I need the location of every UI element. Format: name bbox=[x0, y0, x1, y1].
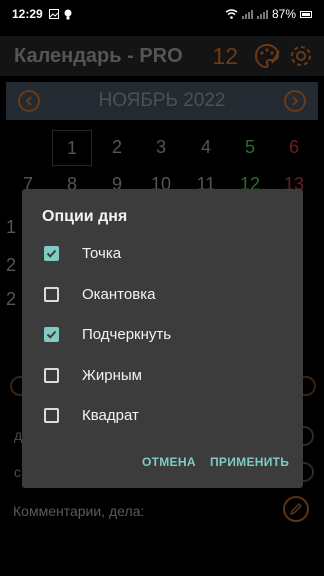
signal-icon bbox=[256, 9, 268, 19]
calendar-week-row: 1 2 3 4 5 6 bbox=[0, 130, 324, 166]
battery-icon bbox=[300, 10, 312, 18]
option-underline[interactable]: Подчеркнуть bbox=[22, 314, 303, 354]
today-button[interactable]: 12 bbox=[212, 43, 238, 70]
battery-percent: 87% bbox=[271, 7, 296, 21]
app-header: Календарь - PRO 12 bbox=[0, 36, 324, 76]
signal-icon bbox=[241, 9, 253, 19]
image-notification-icon bbox=[48, 9, 59, 19]
calendar-day[interactable]: 1 bbox=[52, 130, 92, 166]
month-title: НОЯБРЬ 2022 bbox=[98, 90, 226, 111]
option-label: Жирным bbox=[82, 366, 142, 384]
calendar-day[interactable]: 1 bbox=[0, 210, 22, 244]
checkbox-unchecked[interactable] bbox=[44, 367, 59, 383]
app-title: Календарь - PRO bbox=[14, 44, 183, 67]
next-month-button[interactable] bbox=[284, 90, 306, 112]
background-text: с bbox=[14, 464, 21, 480]
month-bar: НОЯБРЬ 2022 bbox=[6, 82, 318, 120]
checkbox-unchecked[interactable] bbox=[44, 407, 59, 423]
gear-icon[interactable] bbox=[288, 43, 314, 69]
option-label: Точка bbox=[82, 244, 122, 262]
dialog-title: Опции дня bbox=[42, 208, 128, 225]
apply-button[interactable]: ПРИМЕНИТЬ bbox=[210, 455, 289, 469]
palette-icon[interactable] bbox=[254, 43, 280, 69]
comments-label: Комментарии, дела: bbox=[13, 503, 145, 519]
option-label: Квадрат bbox=[82, 406, 139, 424]
calendar-day-sunday[interactable]: 6 bbox=[274, 130, 314, 164]
check-icon bbox=[46, 330, 57, 339]
wifi-icon bbox=[225, 9, 238, 19]
option-label: Подчеркнуть bbox=[82, 325, 172, 343]
option-bold[interactable]: Жирным bbox=[22, 355, 303, 395]
check-icon bbox=[46, 249, 57, 258]
chevron-right-icon bbox=[292, 96, 299, 106]
option-border[interactable]: Окантовка bbox=[22, 274, 303, 314]
calendar-day[interactable]: 4 bbox=[186, 130, 226, 164]
calendar-day[interactable]: 2 bbox=[0, 282, 22, 316]
day-options-dialog: Опции дня Точка Окантовка Подчеркнуть Жи… bbox=[22, 189, 303, 488]
background-text: д bbox=[14, 427, 23, 443]
option-dot[interactable]: Точка bbox=[22, 233, 303, 273]
status-time: 12:29 bbox=[12, 7, 43, 21]
calendar-day[interactable]: 2 bbox=[0, 248, 22, 282]
calendar-day[interactable]: 3 bbox=[141, 130, 181, 164]
chevron-left-icon bbox=[25, 96, 32, 106]
option-label: Окантовка bbox=[82, 285, 156, 303]
edit-icon[interactable] bbox=[283, 496, 309, 522]
checkbox-checked[interactable] bbox=[44, 245, 59, 261]
calendar-day-saturday[interactable]: 5 bbox=[230, 130, 270, 164]
status-bar: 12:29 87% bbox=[0, 0, 324, 28]
checkbox-checked[interactable] bbox=[44, 326, 59, 342]
cancel-button[interactable]: ОТМЕНА bbox=[142, 455, 196, 469]
checkbox-unchecked[interactable] bbox=[44, 286, 59, 302]
option-square[interactable]: Квадрат bbox=[22, 395, 303, 435]
calendar-day[interactable]: 2 bbox=[97, 130, 137, 164]
lightbulb-icon bbox=[64, 9, 72, 19]
prev-month-button[interactable] bbox=[18, 90, 40, 112]
